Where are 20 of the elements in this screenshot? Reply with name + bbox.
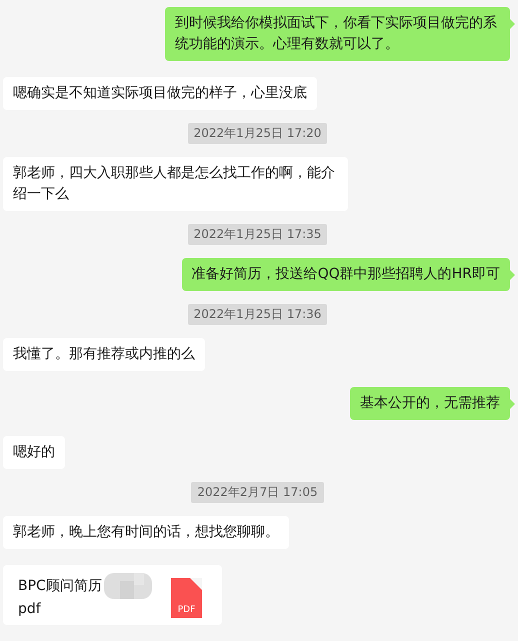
sent-message-bubble: 到时候我给你模拟面试下，你看下实际项目做完的系统功能的演示。心理有数就可以了。: [165, 7, 510, 61]
received-message-bubble: 嗯确实是不知道实际项目做完的样子，心里没底: [3, 77, 317, 110]
sent-message-bubble: 基本公开的，无需推荐: [350, 387, 510, 420]
file-extension: pdf: [18, 600, 42, 619]
redaction-blur: [104, 573, 152, 599]
received-message-bubble: 我懂了。那有推荐或内推的么: [3, 338, 205, 371]
timestamp: 2022年2月7日 17:05: [191, 482, 324, 503]
file-name: BPC顾问简历: [18, 576, 102, 596]
bubble-tail: [510, 399, 515, 409]
received-message-bubble: 嗯好的: [3, 436, 65, 469]
received-message-bubble: 郭老师，四大入职那些人都是怎么找工作的啊，能介绍一下么: [3, 157, 348, 211]
timestamp: 2022年1月25日 17:35: [188, 224, 328, 245]
bubble-tail: [510, 270, 515, 280]
pdf-file-icon: PDF: [171, 578, 202, 618]
timestamp: 2022年1月25日 17:20: [188, 123, 328, 144]
timestamp: 2022年1月25日 17:36: [188, 304, 328, 325]
file-card[interactable]: BPC顾问简历 pdf PDF: [3, 565, 222, 625]
sent-message-bubble: 准备好简历，投送给QQ群中那些招聘人的HR即可: [182, 258, 510, 291]
received-message-bubble: 郭老师，晚上您有时间的话，想找您聊聊。: [3, 516, 289, 549]
bubble-tail: [510, 19, 515, 29]
